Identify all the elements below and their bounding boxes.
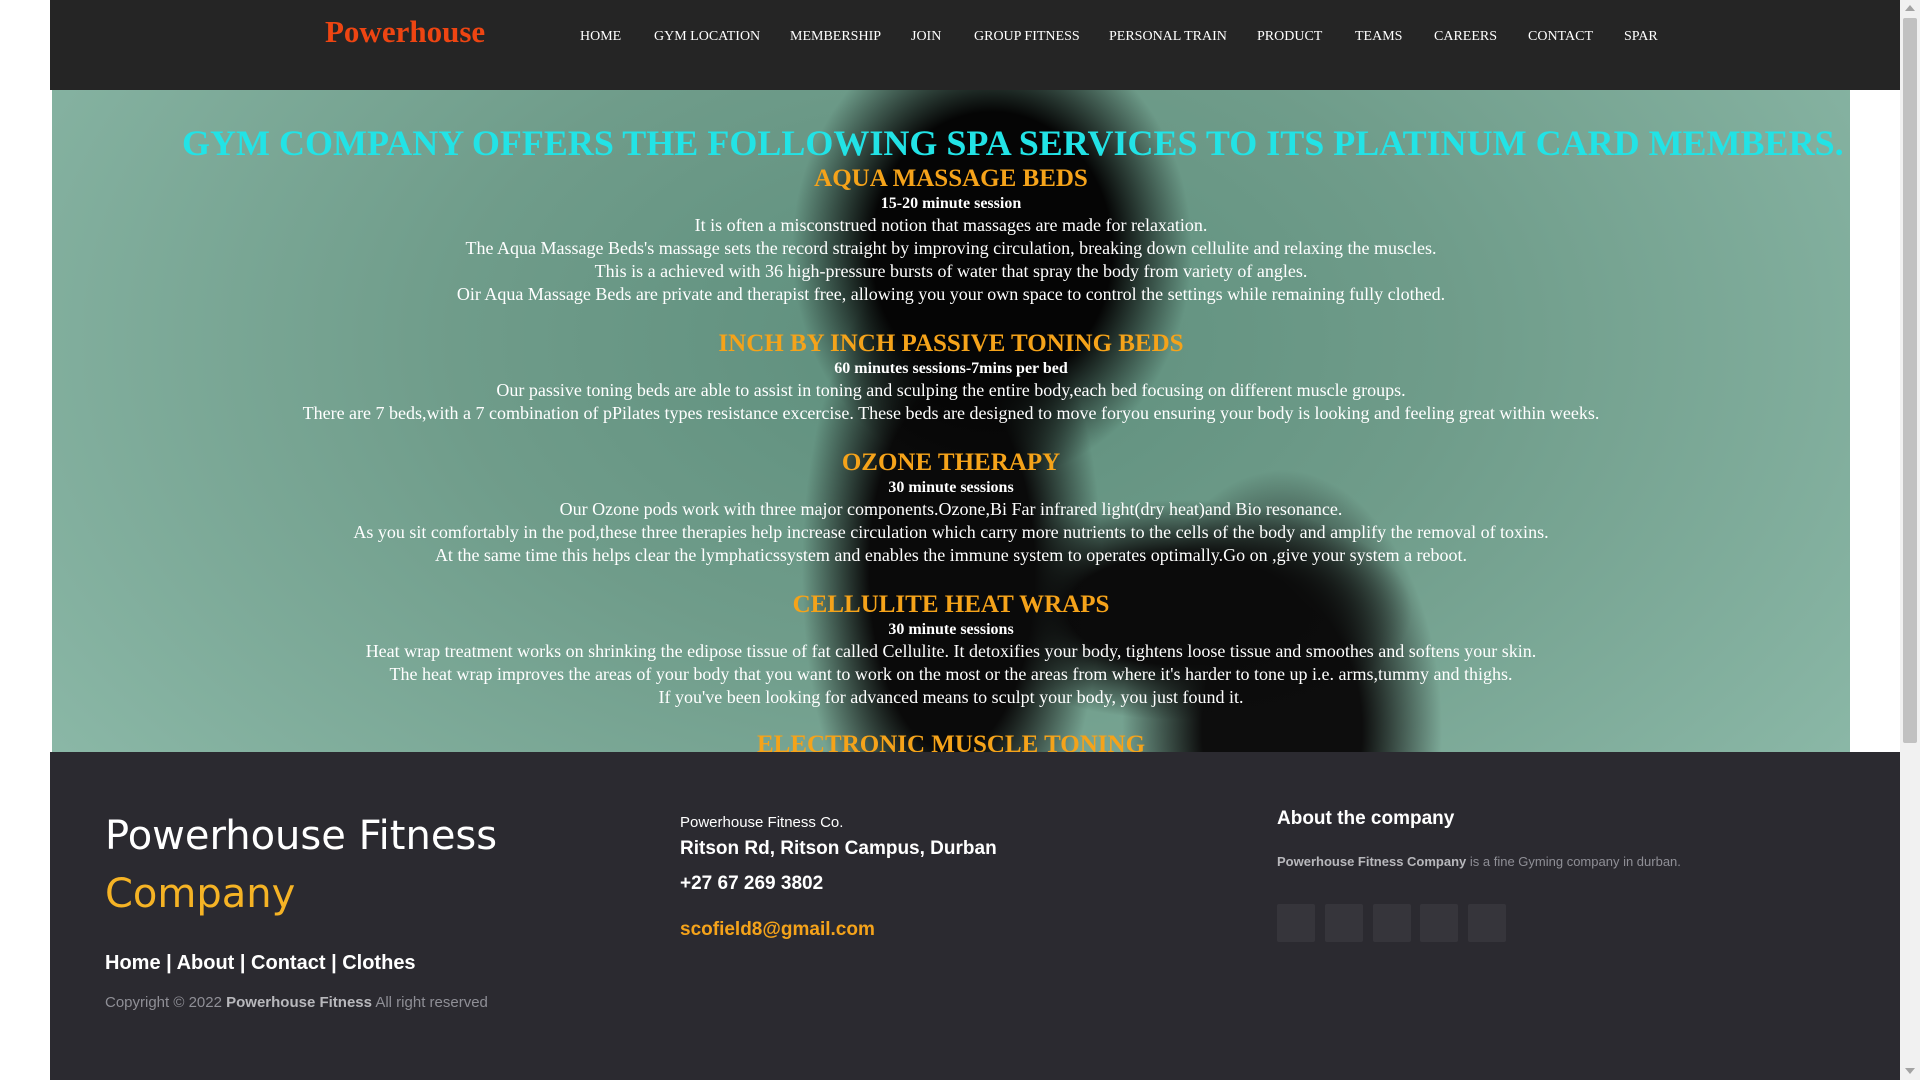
- service-line: This is a achieved with 36 high-pressure…: [594, 261, 1308, 281]
- footer-about-text: Powerhouse Fitness Company is a fine Gym…: [1277, 854, 1681, 869]
- social-icon-3[interactable]: [1373, 904, 1411, 942]
- footer-link-contact[interactable]: Contact: [251, 952, 325, 974]
- service-line: Oir Aqua Massage Beds are private and th…: [456, 284, 1446, 304]
- footer-link-about[interactable]: About: [177, 952, 235, 974]
- nav-item-spar[interactable]: SPAR: [1624, 29, 1658, 45]
- nav-item-gym-location[interactable]: GYM LOCATION: [654, 29, 760, 45]
- nav-item-teams[interactable]: TEAMS: [1355, 29, 1402, 45]
- footer-email-link[interactable]: scofield8@gmail.com: [680, 919, 875, 941]
- service-line: As you sit comfortably in the pod,these …: [353, 522, 1549, 542]
- service-heading: INCH BY INCH PASSIVE TONING BEDS: [718, 330, 1184, 357]
- service-ozone-therapy: OZONE THERAPY 30 minute sessions Our Ozo…: [52, 448, 1850, 567]
- footer-brand-line2: Company: [105, 871, 296, 917]
- footer-brand-line1: Powerhouse Fitness: [105, 813, 498, 859]
- vertical-scrollbar[interactable]: [1900, 0, 1920, 1080]
- service-heading: ELECTRONIC MUSCLE TONING: [756, 731, 1146, 752]
- service-line: It is often a misconstrued notion that m…: [694, 215, 1208, 235]
- social-icon-1[interactable]: [1277, 904, 1315, 942]
- social-icon-4[interactable]: [1420, 904, 1458, 942]
- service-line: Our Ozone pods work with three major com…: [559, 499, 1343, 519]
- nav-item-home[interactable]: HOME: [580, 29, 621, 45]
- nav-item-careers[interactable]: CAREERS: [1434, 29, 1497, 45]
- about-description: is a fine Gyming company in durban.: [1469, 854, 1681, 869]
- footer-phone: +27 67 269 3802: [680, 873, 824, 894]
- main-nav: HOME GYM LOCATION MEMBERSHIP JOIN GROUP …: [50, 0, 1900, 90]
- service-session: 60 minutes sessions-7mins per bed: [834, 360, 1068, 377]
- footer-link-home[interactable]: Home: [105, 952, 161, 974]
- scroll-down-arrow-icon[interactable]: [1905, 1068, 1915, 1074]
- social-icon-5[interactable]: [1468, 904, 1506, 942]
- link-separator: |: [166, 952, 177, 974]
- copyright-prefix: Copyright © 2022: [105, 994, 222, 1011]
- service-aqua-massage-beds: AQUA MASSAGE BEDS 15-20 minute session I…: [52, 164, 1850, 306]
- top-navigation-bar: Powerhouse HOME GYM LOCATION MEMBERSHIP …: [50, 0, 1900, 90]
- service-cellulite-heat-wraps: CELLULITE HEAT WRAPS 30 minute sessions …: [52, 590, 1850, 709]
- service-heading: AQUA MASSAGE BEDS: [814, 165, 1088, 192]
- service-line: If you've been looking for advanced mean…: [658, 687, 1244, 707]
- service-heading: CELLULITE HEAT WRAPS: [792, 591, 1110, 618]
- nav-item-contact[interactable]: CONTACT: [1528, 29, 1593, 45]
- service-session: 15-20 minute session: [880, 195, 1022, 212]
- footer-copyright: Copyright © 2022 Powerhouse Fitness All …: [105, 994, 488, 1011]
- about-company-name: Powerhouse Fitness Company: [1277, 854, 1467, 869]
- service-session: 30 minute sessions: [888, 479, 1014, 496]
- footer-address: Ritson Rd, Ritson Campus, Durban: [680, 838, 997, 859]
- link-separator: |: [331, 952, 343, 974]
- hero-title: GYM COMPANY OFFERS THE FOLLOWING SPA SER…: [182, 123, 1844, 163]
- nav-item-group-fitness[interactable]: GROUP FITNESS: [974, 29, 1080, 45]
- copyright-suffix: All right reserved: [375, 994, 488, 1011]
- nav-item-membership[interactable]: MEMBERSHIP: [790, 29, 881, 45]
- copyright-name: Powerhouse Fitness: [226, 994, 372, 1011]
- nav-item-join[interactable]: JOIN: [911, 29, 941, 45]
- service-line: The heat wrap improves the areas of your…: [389, 664, 1513, 684]
- service-inch-by-inch: INCH BY INCH PASSIVE TONING BEDS 60 minu…: [52, 329, 1850, 425]
- scroll-up-arrow-icon[interactable]: [1905, 5, 1915, 11]
- spa-services-hero: GYM COMPANY OFFERS THE FOLLOWING SPA SER…: [52, 90, 1850, 752]
- service-electronic-muscle-toning: ELECTRONIC MUSCLE TONING: [52, 730, 1850, 752]
- service-session: 30 minute sessions: [888, 621, 1014, 638]
- scrollbar-thumb[interactable]: [1903, 18, 1917, 743]
- social-icon-2[interactable]: [1325, 904, 1363, 942]
- nav-item-product[interactable]: PRODUCT: [1257, 29, 1322, 45]
- service-line: At the same time this helps clear the ly…: [434, 545, 1468, 565]
- service-line: There are 7 beds,with a 7 combination of…: [302, 403, 1600, 423]
- footer-links: Home | About | Contact | Clothes: [105, 952, 416, 975]
- service-line: The Aqua Massage Beds's massage sets the…: [465, 238, 1437, 258]
- footer-link-clothes[interactable]: Clothes: [342, 952, 415, 974]
- footer-about-heading: About the company: [1277, 808, 1455, 829]
- service-line: Heat wrap treatment works on shrinking t…: [365, 641, 1537, 661]
- service-heading: OZONE THERAPY: [841, 449, 1061, 476]
- service-line: Our passive toning beds are able to assi…: [496, 380, 1406, 400]
- footer-company-name: Powerhouse Fitness Co.: [680, 814, 844, 831]
- site-footer: Powerhouse Fitness Company Home | About …: [50, 752, 1900, 1080]
- link-separator: |: [239, 952, 252, 974]
- nav-item-personal-train[interactable]: PERSONAL TRAIN: [1109, 29, 1227, 45]
